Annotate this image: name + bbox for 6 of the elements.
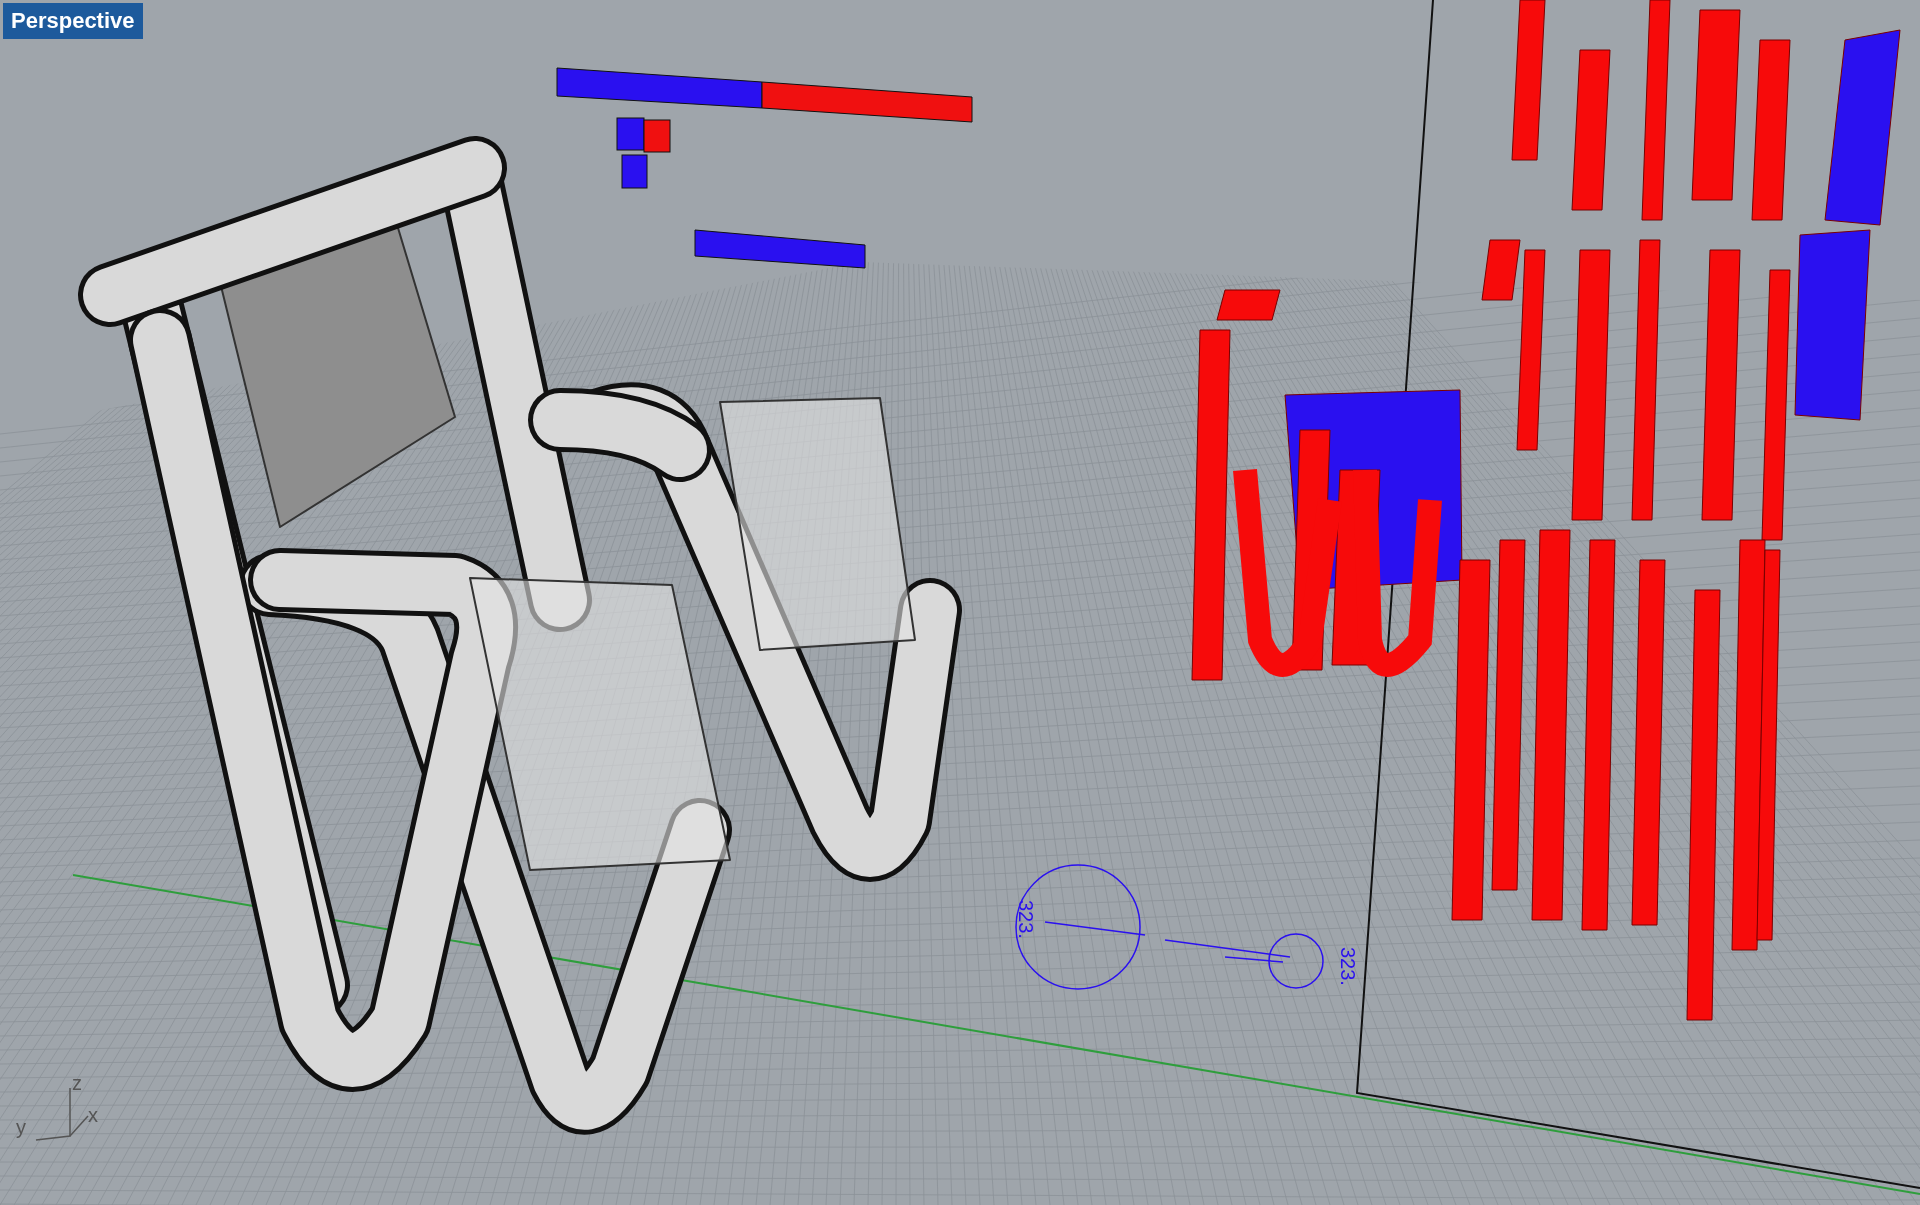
- axis-label: z: [72, 1072, 82, 1094]
- axis-label: x: [88, 1104, 98, 1126]
- viewport-title[interactable]: Perspective: [3, 3, 143, 39]
- dimension-label: 323.: [1015, 900, 1037, 939]
- dimension-label: 323.: [1337, 947, 1359, 986]
- axis-label: y: [16, 1116, 26, 1138]
